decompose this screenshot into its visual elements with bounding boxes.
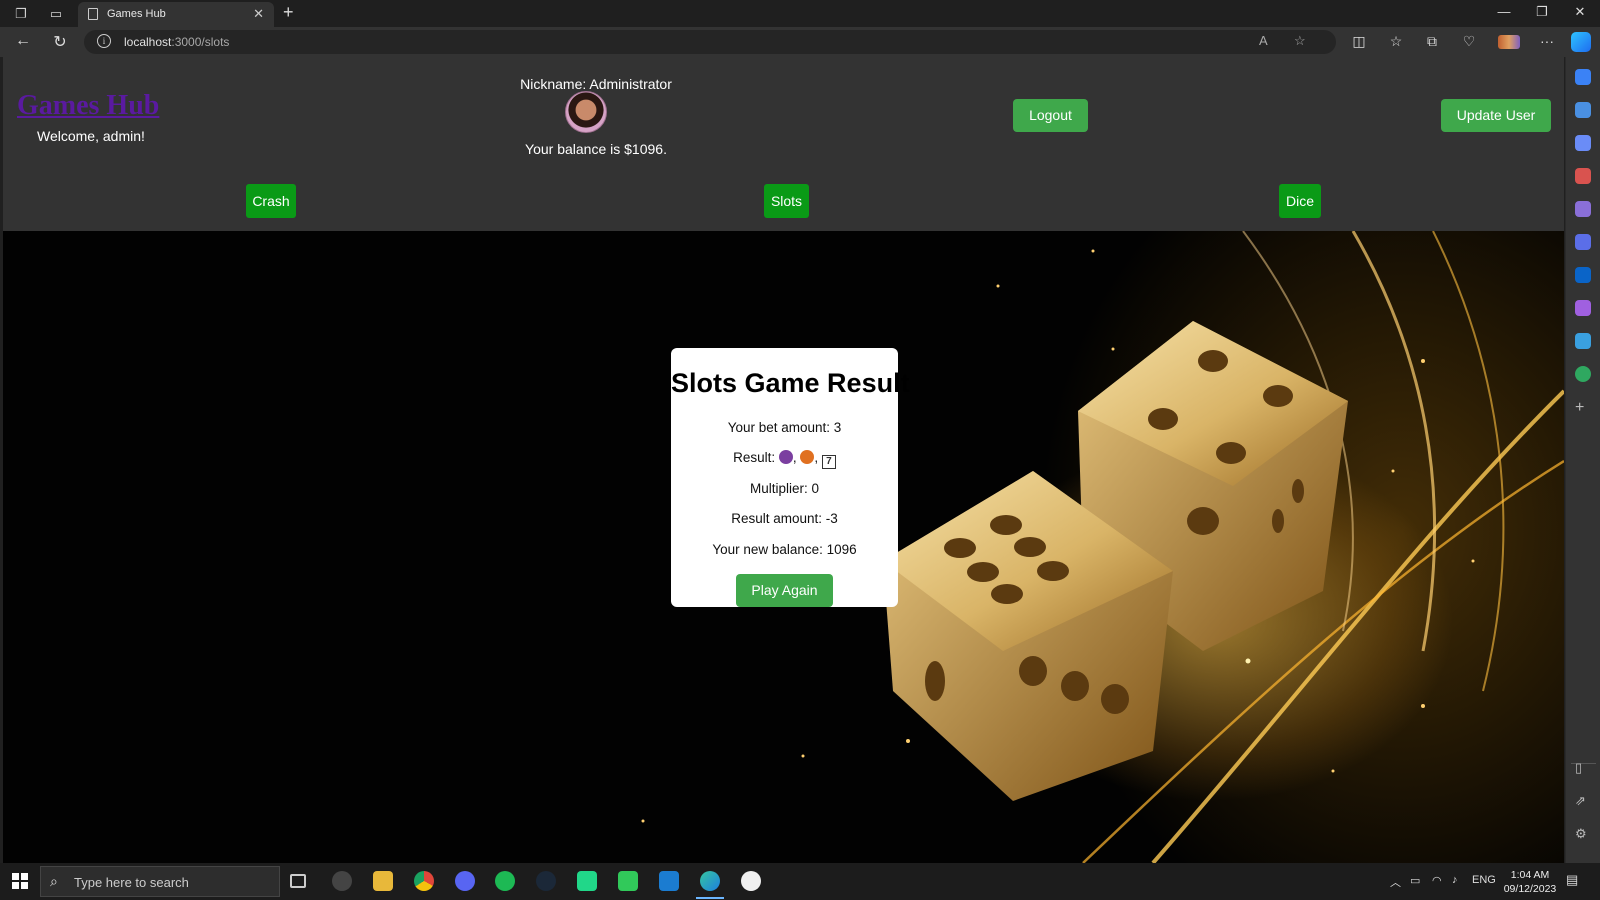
avatar — [565, 91, 607, 133]
profile-icon[interactable] — [1498, 35, 1520, 49]
workspaces-icon[interactable]: ❐ — [12, 5, 30, 23]
bet-amount-text: Your bet amount: 3 — [727, 420, 842, 435]
language-indicator[interactable]: ENG — [1472, 874, 1496, 886]
webstorm-icon[interactable] — [659, 871, 679, 891]
tab-actions-icon[interactable]: ▭ — [47, 5, 65, 23]
app-icon[interactable] — [741, 871, 761, 891]
seven-icon: 7 — [821, 455, 836, 469]
tools-icon[interactable] — [1575, 168, 1591, 184]
refresh-icon[interactable]: ↻ — [50, 32, 70, 52]
favorites-icon[interactable]: ☆ — [1386, 33, 1406, 50]
taskbar-search-input[interactable]: ⌕ Type here to search — [40, 866, 280, 897]
result-amount-text: Result amount: -3 — [731, 511, 838, 526]
address-bar[interactable]: i localhost:3000/slots A ☆ — [84, 30, 1336, 54]
games-icon[interactable] — [1575, 201, 1591, 217]
nav-dice-button[interactable]: Dice — [1279, 184, 1321, 218]
welcome-text: Welcome, admin! — [37, 128, 145, 144]
microsoft365-icon[interactable] — [1575, 234, 1591, 250]
show-hidden-icons-icon[interactable]: ︿ — [1390, 874, 1401, 890]
minimize-icon[interactable]: — — [1495, 4, 1513, 19]
collections-icon[interactable]: ⧉ — [1422, 33, 1442, 50]
nickname-text: Nickname: Administrator — [520, 76, 672, 92]
windows-start-icon[interactable] — [12, 873, 28, 889]
search-placeholder: Type here to search — [74, 875, 189, 890]
balance-text: Your balance is $1096. — [525, 141, 667, 157]
back-icon[interactable]: ← — [13, 32, 33, 50]
pycharm-icon[interactable] — [618, 871, 638, 891]
logout-button[interactable]: Logout — [1013, 99, 1088, 132]
notifications-icon[interactable]: ▤ — [1566, 872, 1578, 888]
site-info-icon[interactable]: i — [97, 34, 111, 48]
url-text: localhost:3000/slots — [124, 35, 230, 49]
split-screen-icon[interactable]: ◫ — [1349, 33, 1369, 50]
outlook-icon[interactable] — [1575, 267, 1591, 283]
notifications-icon[interactable] — [1575, 69, 1591, 85]
shopping-icon[interactable] — [1575, 135, 1591, 151]
new-tab-icon[interactable]: + — [283, 2, 294, 23]
result-symbols-row: Result: , , 7 — [671, 450, 898, 469]
search-icon: ⌕ — [50, 873, 58, 889]
close-tab-icon[interactable]: ✕ — [253, 6, 264, 22]
send-icon[interactable] — [1575, 333, 1591, 349]
clock[interactable]: 1:04 AM 09/12/2023 — [1500, 868, 1560, 896]
browser-sidebar: + ▯ ⇗ ⚙ — [1565, 57, 1600, 863]
clock-date: 09/12/2023 — [1503, 883, 1557, 895]
hide-sidebar-icon[interactable]: ▯ — [1575, 760, 1582, 776]
browser-titlebar: ❐ ▭ Games Hub ✕ + — ❐ ✕ — [0, 0, 1600, 27]
browser-tab[interactable]: Games Hub ✕ — [78, 2, 274, 27]
file-explorer-icon[interactable] — [373, 871, 393, 891]
nav-crash-button[interactable]: Crash — [246, 184, 296, 218]
close-window-icon[interactable]: ✕ — [1571, 4, 1589, 20]
tab-title: Games Hub — [107, 8, 166, 20]
battery-icon[interactable]: ▭ — [1410, 874, 1420, 887]
clion-icon[interactable] — [577, 871, 597, 891]
multiplier-text: Multiplier: 0 — [749, 481, 820, 496]
slots-result-card: Slots Game Result Your bet amount: 3 Res… — [671, 348, 910, 607]
steam-icon[interactable] — [536, 871, 556, 891]
orange-icon — [800, 450, 815, 464]
external-link-icon[interactable]: ⇗ — [1575, 793, 1586, 809]
plum-icon — [778, 450, 793, 464]
restore-icon[interactable]: ❐ — [1533, 4, 1551, 20]
brand-link[interactable]: Games Hub — [17, 90, 159, 122]
search-icon[interactable] — [1575, 102, 1591, 118]
alienware-icon[interactable] — [332, 871, 352, 891]
browser-essentials-icon[interactable]: ♡ — [1459, 33, 1479, 50]
new-balance-text: Your new balance: 1096 — [712, 542, 857, 557]
task-view-icon[interactable] — [290, 874, 306, 888]
page-icon — [88, 8, 98, 20]
tree-icon[interactable] — [1575, 366, 1591, 382]
more-menu-icon[interactable]: ··· — [1537, 33, 1557, 49]
clock-time: 1:04 AM — [1510, 869, 1550, 881]
favorite-star-icon[interactable]: ☆ — [1294, 33, 1306, 49]
windows-taskbar: ⌕ Type here to search ︿ ▭ ◠ ♪ ENG 1:04 A… — [0, 863, 1600, 900]
page-content: Games Hub Welcome, admin! Nickname: Admi… — [3, 57, 1564, 863]
chrome-icon[interactable] — [414, 871, 434, 891]
result-label: Result: — [733, 450, 776, 465]
nav-slots-button[interactable]: Slots — [764, 184, 809, 218]
spotify-icon[interactable] — [495, 871, 515, 891]
wifi-icon[interactable]: ◠ — [1432, 874, 1442, 887]
play-again-button[interactable]: Play Again — [736, 574, 833, 607]
read-aloud-icon[interactable]: A — [1259, 33, 1268, 48]
address-toolbar: ← ↻ i localhost:3000/slots A ☆ ◫ ☆ ⧉ ♡ ·… — [0, 27, 1600, 57]
add-sidebar-app-icon[interactable]: + — [1575, 399, 1584, 417]
discord-icon[interactable] — [455, 871, 475, 891]
settings-gear-icon[interactable]: ⚙ — [1575, 826, 1587, 842]
edge-icon[interactable] — [696, 871, 724, 899]
update-user-button[interactable]: Update User — [1441, 99, 1551, 132]
copilot-icon[interactable] — [1571, 32, 1591, 52]
volume-icon[interactable]: ♪ — [1452, 874, 1458, 886]
result-title: Slots Game Result — [671, 368, 910, 398]
designer-icon[interactable] — [1575, 300, 1591, 316]
